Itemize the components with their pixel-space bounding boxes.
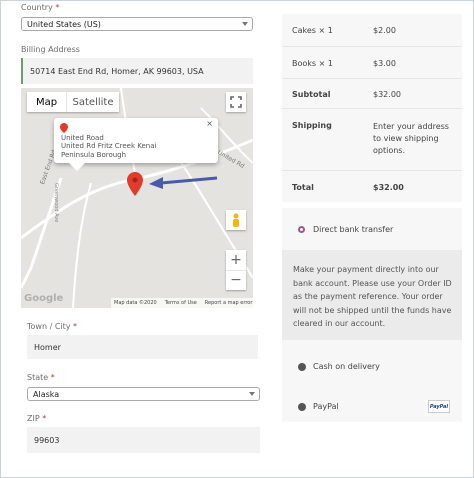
- street-view-button[interactable]: [226, 210, 246, 230]
- billing-address-field[interactable]: 50714 East End Rd, Homer, AK 99603, USA: [21, 58, 253, 84]
- terms-link[interactable]: Terms of Use: [165, 300, 197, 306]
- state-value: Alaska: [33, 390, 60, 399]
- zip-value: 99603: [34, 435, 60, 445]
- shipping-label: Shipping: [292, 121, 332, 130]
- bank-description-text: Make your payment directly into our bank…: [293, 265, 452, 328]
- close-icon[interactable]: ×: [206, 119, 213, 128]
- fullscreen-icon: [230, 96, 242, 108]
- pegman-icon: [233, 213, 239, 227]
- city-field[interactable]: Homer: [27, 335, 258, 359]
- tab-satellite[interactable]: Satellite: [67, 92, 119, 112]
- subtotal-row: Subtotal $32.00: [282, 78, 462, 108]
- radio-bank-transfer[interactable]: [298, 226, 305, 233]
- state-select[interactable]: Alaska: [27, 387, 260, 401]
- chevron-down-icon: [249, 392, 255, 396]
- radio-paypal[interactable]: [298, 403, 306, 411]
- zoom-control: + −: [226, 250, 246, 290]
- order-summary: Cakes × 1 $2.00 Books × 1 $3.00 Subtotal…: [282, 14, 462, 202]
- total-value: $32.00: [373, 183, 404, 192]
- country-label: Country *: [21, 3, 60, 12]
- subtotal-value: $32.00: [373, 90, 401, 99]
- info-window-tail: [69, 163, 85, 171]
- zip-field[interactable]: 99603: [27, 427, 260, 453]
- order-item-price: $3.00: [373, 59, 396, 68]
- billing-address-label: Billing Address: [21, 45, 80, 54]
- city-label: Town / City *: [27, 322, 78, 331]
- payment-method-label[interactable]: PayPal: [313, 402, 339, 411]
- country-select[interactable]: United States (US): [21, 17, 253, 31]
- map-data-text: Map data ©2020: [114, 300, 157, 306]
- map-info-window: United Road United Rd Fritz Creek Kenai …: [54, 118, 218, 163]
- chevron-down-icon: [242, 22, 248, 26]
- billing-address-value: 50714 East End Rd, Homer, AK 99603, USA: [30, 66, 204, 76]
- order-item-name: Books × 1: [292, 59, 333, 68]
- radio-cash-on-delivery[interactable]: [298, 363, 306, 371]
- shipping-row: Shipping Enter your address to view ship…: [282, 108, 462, 170]
- fullscreen-button[interactable]: [226, 92, 246, 112]
- payment-methods: Direct bank transfer Make your payment d…: [282, 208, 462, 422]
- report-link[interactable]: Report a map error: [205, 300, 253, 306]
- bank-transfer-description: Make your payment directly into our bank…: [282, 250, 462, 340]
- map-widget[interactable]: East End Rd United Rd Greenwood Ave Map …: [21, 88, 253, 308]
- subtotal-label: Subtotal: [292, 90, 331, 99]
- info-address: United Rd Fritz Creek Kenai Peninsula Bo…: [61, 142, 157, 159]
- total-row: Total $32.00: [282, 170, 462, 202]
- zoom-out-button[interactable]: −: [226, 270, 246, 290]
- order-item-price: $2.00: [373, 26, 396, 35]
- map-type-control: Map Satellite: [27, 92, 119, 112]
- annotation-arrow-icon: [149, 176, 218, 189]
- payment-method-label[interactable]: Cash on delivery: [313, 362, 380, 371]
- map-footer: Map data ©2020 Terms of Use Report a map…: [111, 298, 253, 308]
- road-label-greenwood: Greenwood Ave: [53, 183, 59, 223]
- google-logo: Google: [24, 293, 64, 304]
- order-item-row: Books × 1 $3.00: [282, 46, 462, 78]
- shipping-value: Enter your address to view shipping opti…: [373, 122, 449, 155]
- info-title: United Road: [61, 134, 104, 142]
- zoom-in-button[interactable]: +: [226, 250, 246, 270]
- country-value: United States (US): [27, 20, 101, 29]
- map-pin-icon[interactable]: [127, 172, 143, 196]
- tab-map[interactable]: Map: [27, 92, 67, 112]
- place-marker-icon: [60, 123, 68, 133]
- total-label: Total: [292, 183, 314, 192]
- paypal-badge: PayPal: [428, 400, 450, 413]
- city-value: Homer: [34, 342, 61, 352]
- order-item-row: Cakes × 1 $2.00: [282, 14, 462, 46]
- order-item-name: Cakes × 1: [292, 26, 333, 35]
- state-label: State *: [27, 373, 55, 382]
- zip-label: ZIP *: [27, 414, 47, 423]
- payment-method-label[interactable]: Direct bank transfer: [313, 225, 393, 234]
